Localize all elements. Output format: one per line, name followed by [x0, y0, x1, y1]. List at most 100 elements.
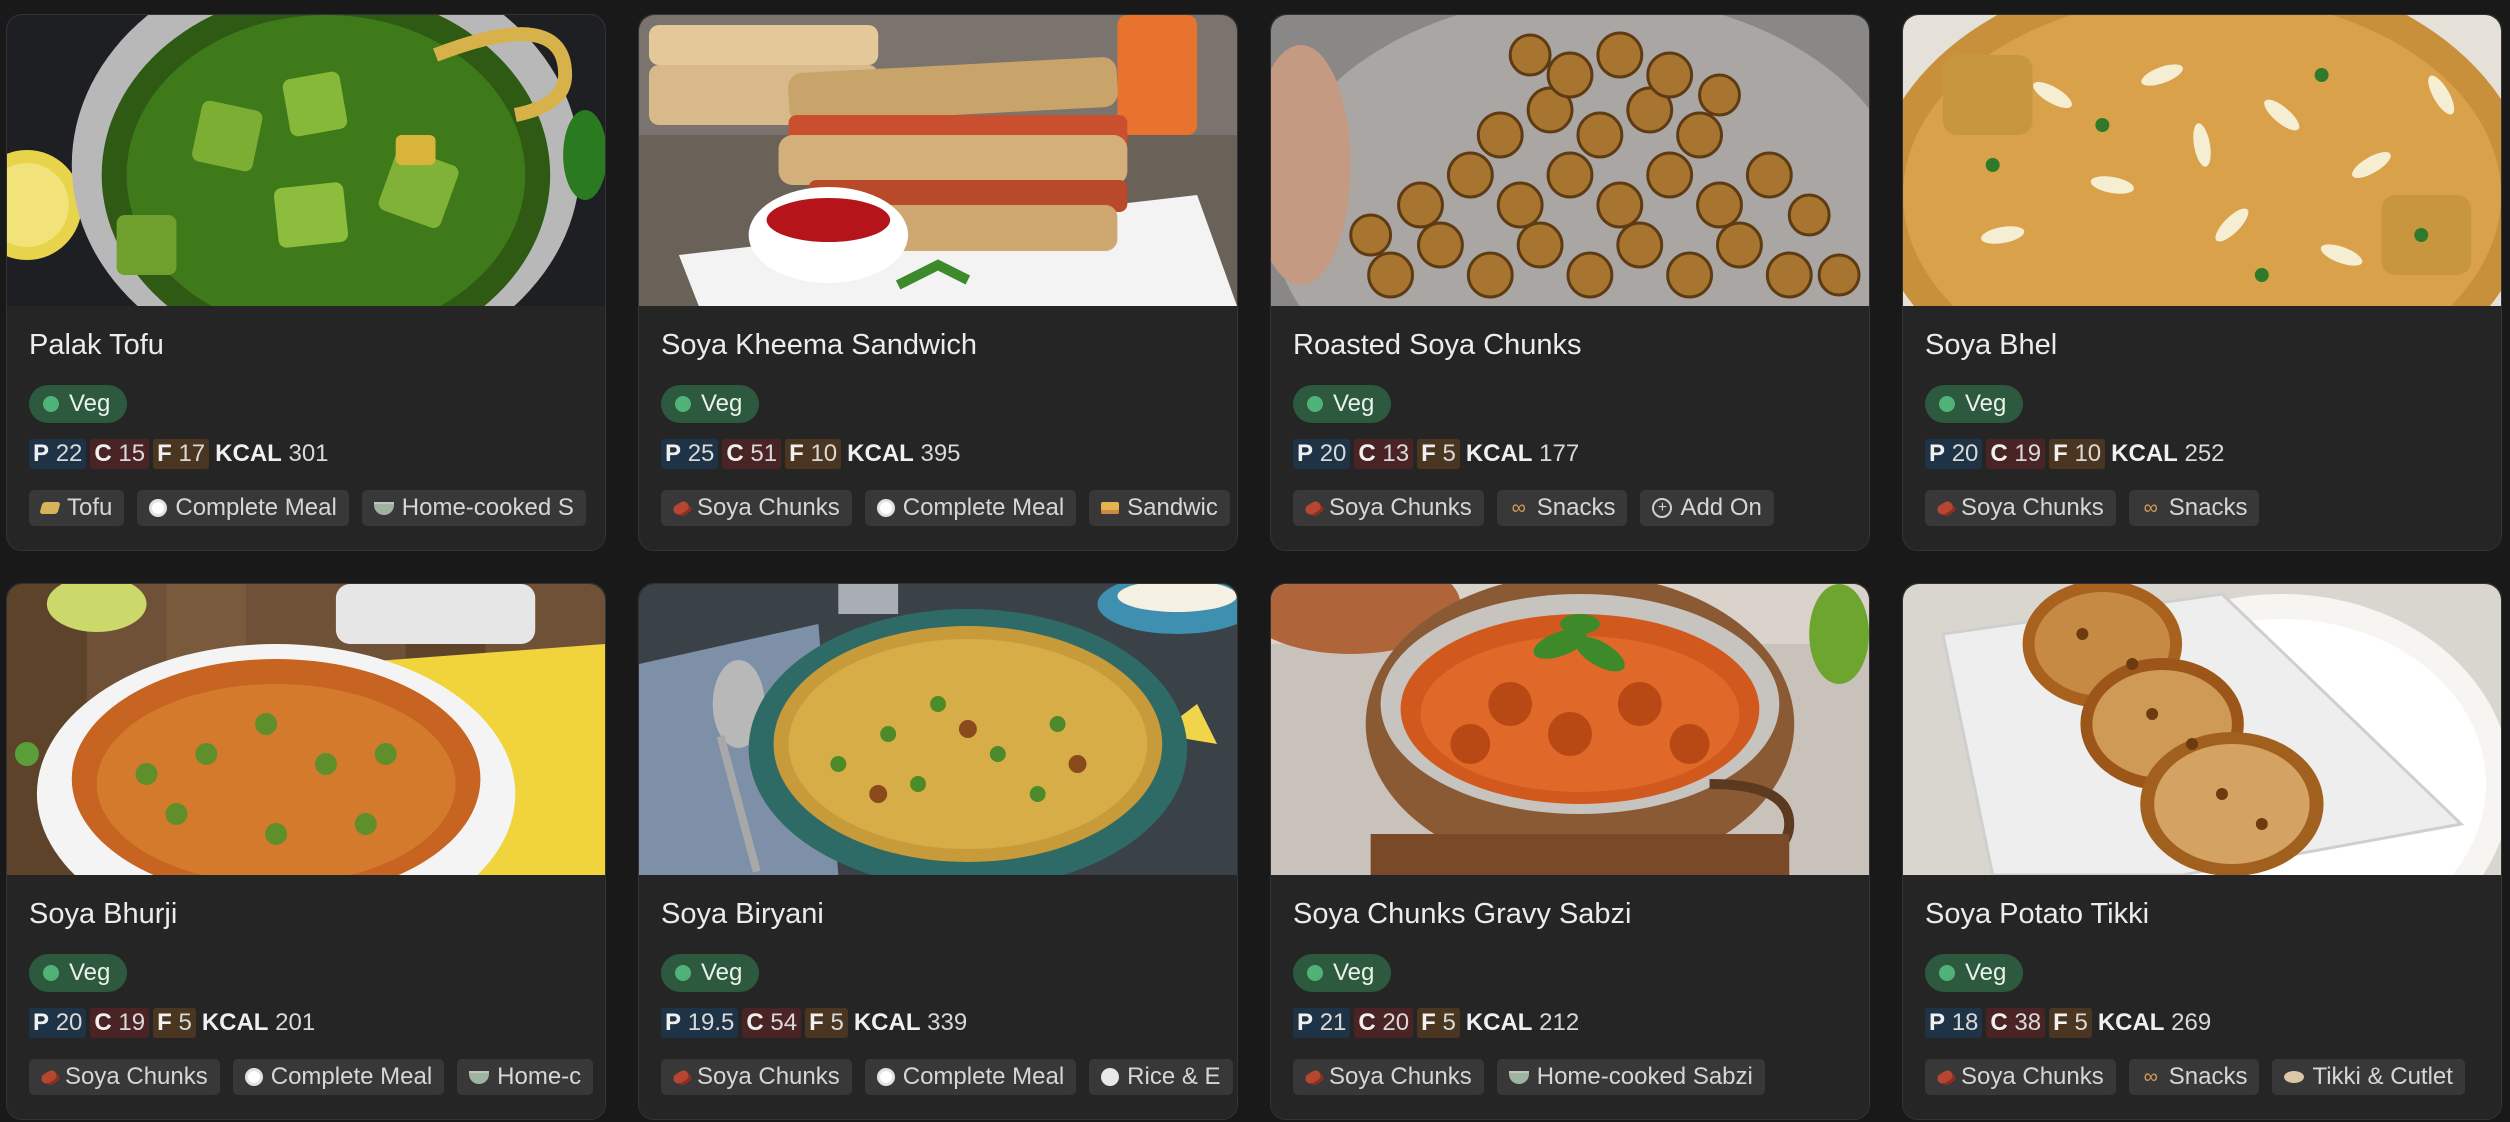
- recipe-card[interactable]: Soya Potato Tikki Veg P 18 C 38 F 5 KCAL…: [1902, 583, 2502, 1120]
- kcal-value: KCAL 269: [2097, 1009, 2212, 1036]
- tag-soya-chunks: Soya Chunks: [1925, 1059, 2116, 1095]
- tag-list: Tofu Complete Meal Home-cooked S: [29, 490, 586, 526]
- pretzel-icon: ∞: [1511, 497, 1526, 519]
- kcal-value: KCAL 252: [2111, 440, 2225, 467]
- macros-row: P 20 C 13 F 5 KCAL 177: [1293, 439, 1583, 469]
- cover-image: [7, 584, 605, 875]
- tag-list: Soya Chunks Complete Meal Rice & E: [661, 1059, 1233, 1095]
- carbs-value: C 51: [722, 439, 782, 469]
- bowl-icon: [469, 1070, 490, 1084]
- badge-label: Veg: [69, 959, 111, 986]
- tag-complete-meal: Complete Meal: [137, 490, 349, 526]
- badge-label: Veg: [1333, 390, 1375, 417]
- tag-soya-chunks: Soya Chunks: [1925, 490, 2116, 526]
- carbs-value: C 20: [1354, 1008, 1414, 1038]
- tag-add-on: + Add On: [1640, 490, 1774, 526]
- kcal-value: KCAL 301: [215, 440, 329, 467]
- tag-tofu: Tofu: [29, 490, 125, 526]
- cover-image: [7, 15, 605, 306]
- plate-icon: [244, 1068, 263, 1086]
- fat-value: F 5: [805, 1008, 848, 1038]
- sandwich-icon: [1101, 502, 1120, 514]
- fat-value: F 5: [1417, 1008, 1460, 1038]
- tag-complete-meal: Complete Meal: [864, 490, 1077, 526]
- tag-tikki-cutlet: Tikki & Cutlet: [2272, 1059, 2465, 1095]
- tag-snacks: ∞ Snacks: [1496, 490, 1628, 526]
- veg-dot-icon: [43, 965, 59, 981]
- cover-image: [639, 584, 1237, 875]
- recipe-card[interactable]: Soya Biryani Veg P 19.5 C 54 F 5 KCAL 33…: [638, 583, 1238, 1120]
- carbs-value: C 19: [90, 1008, 150, 1038]
- carbs-value: C 54: [742, 1008, 802, 1038]
- recipe-card[interactable]: Soya Chunks Gravy Sabzi Veg P 21 C 20 F …: [1270, 583, 1870, 1120]
- badge-label: Veg: [701, 390, 743, 417]
- veg-badge: Veg: [661, 954, 760, 992]
- cover-image: [639, 15, 1237, 306]
- veg-dot-icon: [1307, 396, 1323, 412]
- carbs-value: C 38: [1986, 1008, 2046, 1038]
- carbs-value: C 15: [90, 439, 150, 469]
- kcal-value: KCAL 212: [1465, 1009, 1580, 1036]
- veg-dot-icon: [675, 965, 691, 981]
- cover-image: [1271, 15, 1869, 306]
- recipe-card[interactable]: Palak Tofu Veg P 22 C 15 F 17 KCAL 301 T…: [6, 14, 606, 551]
- tag-complete-meal: Complete Meal: [232, 1059, 445, 1095]
- badge-label: Veg: [1333, 959, 1375, 986]
- soya-icon: [39, 1068, 59, 1086]
- tag-list: Soya Chunks ∞ Snacks Tikki & Cutlet: [1925, 1059, 2465, 1095]
- badge-label: Veg: [69, 390, 111, 417]
- protein-value: P 20: [1293, 439, 1351, 469]
- tag-soya-chunks: Soya Chunks: [1293, 1059, 1484, 1095]
- tag-soya-chunks: Soya Chunks: [661, 1059, 852, 1095]
- tag-complete-meal: Complete Meal: [864, 1059, 1077, 1095]
- macros-row: P 20 C 19 F 5 KCAL 201: [29, 1008, 319, 1038]
- recipe-card[interactable]: Soya Bhurji Veg P 20 C 19 F 5 KCAL 201 S…: [6, 583, 606, 1120]
- tag-list: Soya Chunks Complete Meal Home-c: [29, 1059, 594, 1095]
- recipe-title: Soya Potato Tikki: [1925, 898, 2150, 930]
- veg-badge: Veg: [1925, 385, 2024, 423]
- bowl-icon: [373, 501, 394, 515]
- recipe-title: Roasted Soya Chunks: [1293, 329, 1582, 361]
- tag-snacks: ∞ Snacks: [2128, 1059, 2260, 1095]
- recipe-card[interactable]: Roasted Soya Chunks Veg P 20 C 13 F 5 KC…: [1270, 14, 1870, 551]
- recipe-card[interactable]: Soya Kheema Sandwich Veg P 25 C 51 F 10 …: [638, 14, 1238, 551]
- protein-value: P 21: [1293, 1008, 1351, 1038]
- tag-soya-chunks: Soya Chunks: [29, 1059, 220, 1095]
- recipe-title: Palak Tofu: [29, 329, 164, 361]
- fat-value: F 5: [1417, 439, 1460, 469]
- rice-icon: [1101, 1068, 1120, 1086]
- tag-list: Soya Chunks ∞ Snacks: [1925, 490, 2260, 526]
- veg-dot-icon: [1939, 965, 1955, 981]
- cover-image: [1903, 15, 2501, 306]
- protein-value: P 25: [661, 439, 719, 469]
- soya-icon: [1303, 499, 1323, 517]
- tikki-icon: [2284, 1071, 2305, 1083]
- carbs-value: C 13: [1354, 439, 1414, 469]
- protein-value: P 22: [29, 439, 87, 469]
- plate-icon: [876, 1068, 895, 1086]
- tag-list: Soya Chunks ∞ Snacks + Add On: [1293, 490, 1774, 526]
- veg-badge: Veg: [661, 385, 760, 423]
- protein-value: P 18: [1925, 1008, 1983, 1038]
- macros-row: P 21 C 20 F 5 KCAL 212: [1293, 1008, 1583, 1038]
- tag-list: Soya Chunks Home-cooked Sabzi: [1293, 1059, 1765, 1095]
- recipe-card[interactable]: Soya Bhel Veg P 20 C 19 F 10 KCAL 252 So…: [1902, 14, 2502, 551]
- cover-image: [1903, 584, 2501, 875]
- fat-value: F 10: [785, 439, 842, 469]
- veg-badge: Veg: [1293, 954, 1392, 992]
- tag-sandwich: Sandwic: [1089, 490, 1230, 526]
- badge-label: Veg: [1965, 390, 2007, 417]
- recipe-title: Soya Bhurji: [29, 898, 178, 930]
- pretzel-icon: ∞: [2143, 1066, 2158, 1088]
- kcal-value: KCAL 339: [853, 1009, 968, 1036]
- veg-dot-icon: [1939, 396, 1955, 412]
- protein-value: P 20: [1925, 439, 1983, 469]
- fat-value: F 17: [153, 439, 210, 469]
- veg-badge: Veg: [29, 385, 128, 423]
- soya-icon: [1303, 1068, 1323, 1086]
- macros-row: P 19.5 C 54 F 5 KCAL 339: [661, 1008, 971, 1038]
- tag-home-cooked: Home-cooked S: [361, 490, 586, 526]
- kcal-value: KCAL 201: [201, 1009, 316, 1036]
- plate-icon: [876, 499, 895, 517]
- fat-value: F 5: [153, 1008, 196, 1038]
